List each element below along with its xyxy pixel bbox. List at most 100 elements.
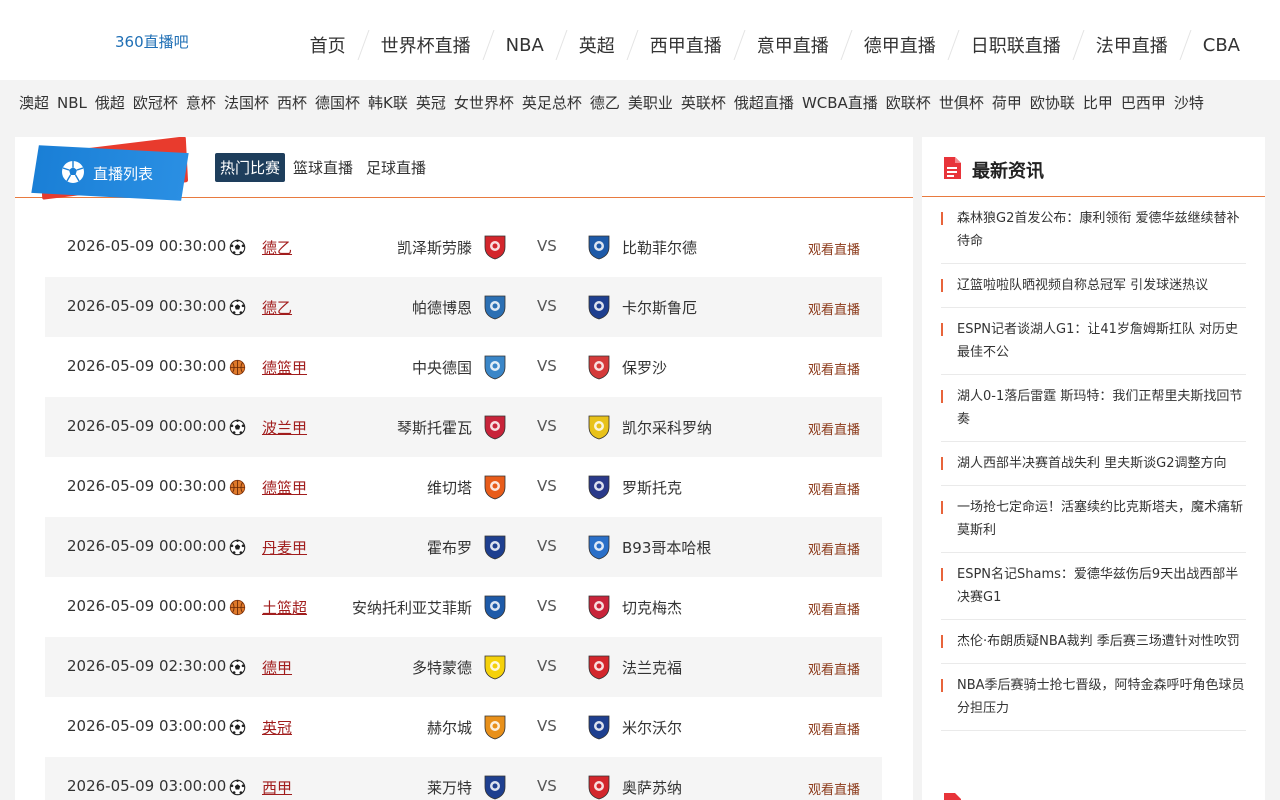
nav-item[interactable]: CBA [1203, 35, 1240, 56]
news-title: 最新资讯 [972, 161, 1044, 182]
league-link[interactable]: 巴西甲 [1121, 80, 1166, 126]
league-link[interactable]: 德乙 [590, 80, 620, 126]
tab-0[interactable]: 热门比赛 [215, 153, 286, 182]
basketball-icon [229, 359, 246, 376]
watch-live-link[interactable]: 观看直播 [808, 599, 860, 618]
away-team-logo [588, 415, 610, 440]
league-link[interactable]: 英联杯 [681, 80, 726, 126]
match-league-link[interactable]: 西甲 [262, 777, 292, 798]
match-row: 2026-05-09 03:00:00 英冠 赫尔城 VS 米尔沃尔 观看直播 [45, 697, 882, 757]
main-nav: 首页 世界杯直播 NBA 英超 西甲直播 意甲直播 德甲直播 日职联直播 法甲直播 CBA [310, 28, 1240, 62]
match-league-link[interactable]: 德乙 [262, 297, 292, 318]
vs-label: VS [537, 357, 557, 375]
vs-label: VS [537, 417, 557, 435]
match-time: 2026-05-09 00:00:00 [67, 417, 227, 435]
away-team-name: 保罗沙 [622, 359, 668, 377]
nav-item[interactable]: 世界杯直播 [381, 32, 471, 58]
match-time: 2026-05-09 00:00:00 [67, 537, 227, 555]
nav-item[interactable]: 西甲直播 [650, 32, 722, 58]
league-link[interactable]: 澳超 [19, 80, 49, 126]
watch-live-link[interactable]: 观看直播 [808, 479, 860, 498]
league-link[interactable]: 欧冠杯 [133, 80, 178, 126]
soccer-ball-icon [229, 299, 246, 316]
match-league-link[interactable]: 德甲 [262, 657, 292, 678]
watch-live-link[interactable]: 观看直播 [808, 659, 860, 678]
watch-live-link[interactable]: 观看直播 [808, 299, 860, 318]
match-row: 2026-05-09 00:00:00 波兰甲 琴斯托霍瓦 VS 凯尔采科罗纳 观看直播 [45, 397, 882, 457]
watch-live-link[interactable]: 观看直播 [808, 779, 860, 798]
soccer-ball-icon [229, 539, 246, 556]
watch-live-link[interactable]: 观看直播 [808, 239, 860, 258]
nav-separator [1072, 30, 1085, 60]
league-link[interactable]: 韩K联 [368, 80, 408, 126]
match-league-link[interactable]: 丹麦甲 [262, 537, 307, 558]
league-link[interactable]: 意杯 [186, 80, 216, 126]
watch-live-link[interactable]: 观看直播 [808, 719, 860, 738]
match-league-link[interactable]: 德篮甲 [262, 477, 307, 498]
soccer-ball-icon [229, 419, 246, 436]
league-link[interactable]: 俄超 [95, 80, 125, 126]
league-link[interactable]: 美职业 [628, 80, 673, 126]
vs-label: VS [537, 237, 557, 255]
nav-separator [555, 30, 568, 60]
nav-separator [357, 30, 370, 60]
league-link[interactable]: 欧协联 [1030, 80, 1075, 126]
news-item[interactable]: ESPN记者谈湖人G1：让41岁詹姆斯扛队 对历史最佳不公 [941, 318, 1246, 375]
soccer-ball-icon [229, 719, 246, 736]
news-item[interactable]: 一场抢七定命运！活塞续约比克斯塔夫，魔术痛斩莫斯利 [941, 496, 1246, 553]
nav-item[interactable]: 德甲直播 [864, 32, 936, 58]
league-link[interactable]: 西杯 [277, 80, 307, 126]
nav-item[interactable]: 意甲直播 [757, 32, 829, 58]
league-link[interactable]: 英足总杯 [522, 80, 582, 126]
vs-label: VS [537, 597, 557, 615]
league-link[interactable]: 英冠 [416, 80, 446, 126]
league-link[interactable]: 女世界杯 [454, 80, 514, 126]
nav-separator [626, 30, 639, 60]
news-item[interactable]: 森林狼G2首发公布：康利领衔 爱德华兹继续替补待命 [941, 207, 1246, 264]
league-link[interactable]: 俄超直播 [734, 80, 794, 126]
away-team-logo [588, 595, 610, 620]
watch-live-link[interactable]: 观看直播 [808, 419, 860, 438]
nav-item[interactable]: 英超 [579, 32, 615, 58]
news-item[interactable]: 辽篮啦啦队晒视频自称总冠军 引发球迷热议 [941, 274, 1246, 308]
match-league-link[interactable]: 英冠 [262, 717, 292, 738]
news-item[interactable]: 湖人0-1落后雷霆 斯玛特：我们正帮里夫斯找回节奏 [941, 385, 1246, 442]
league-link[interactable]: 比甲 [1083, 80, 1113, 126]
news-item[interactable]: NBA季后赛骑士抢七晋级，阿特金森呼吁角色球员分担压力 [941, 674, 1246, 731]
match-league-link[interactable]: 德乙 [262, 237, 292, 258]
match-league-link[interactable]: 德篮甲 [262, 357, 307, 378]
nav-item[interactable]: NBA [506, 35, 544, 56]
tab-2[interactable]: 足球直播 [361, 153, 431, 182]
match-row: 2026-05-09 03:00:00 西甲 莱万特 VS 奥萨苏纳 观看直播 [45, 757, 882, 800]
match-league-link[interactable]: 土篮超 [262, 597, 307, 618]
league-bar: 澳超 NBL 俄超 欧冠杯 意杯 法国杯 西杯 德国杯 韩K联 英冠 女世界杯 英足总杯 德乙 美职业 英联… [0, 80, 1280, 126]
league-link[interactable]: 沙特 [1174, 80, 1204, 126]
news-item[interactable]: 湖人西部半决赛首战失利 里夫斯谈G2调整方向 [941, 452, 1246, 486]
league-link[interactable]: NBL [57, 80, 87, 126]
league-link[interactable]: WCBA直播 [802, 80, 878, 126]
news-item[interactable]: ESPN名记Shams：爱德华兹伤后9天出战西部半决赛G1 [941, 563, 1246, 620]
league-link[interactable]: 荷甲 [992, 80, 1022, 126]
away-team-logo [588, 235, 610, 260]
vs-label: VS [537, 477, 557, 495]
league-link[interactable]: 世俱杯 [939, 80, 984, 126]
nav-separator [840, 30, 853, 60]
league-link[interactable]: 法国杯 [224, 80, 269, 126]
tab-1[interactable]: 篮球直播 [288, 153, 358, 182]
watch-live-link[interactable]: 观看直播 [808, 359, 860, 378]
nav-item[interactable]: 首页 [310, 32, 346, 58]
match-time: 2026-05-09 00:30:00 [67, 237, 227, 255]
nav-separator [482, 30, 495, 60]
soccer-ball-icon [229, 779, 246, 796]
home-team-name: 琴斯托霍瓦 [396, 419, 472, 437]
watch-live-link[interactable]: 观看直播 [808, 539, 860, 558]
site-logo[interactable]: 360直播吧 [115, 31, 189, 52]
away-team-logo [588, 475, 610, 500]
match-league-link[interactable]: 波兰甲 [262, 417, 307, 438]
news-item[interactable]: 杰伦·布朗质疑NBA裁判 季后赛三场遭针对性吹罚 [941, 630, 1246, 664]
nav-item[interactable]: 法甲直播 [1096, 32, 1168, 58]
away-team-logo [588, 655, 610, 680]
nav-item[interactable]: 日职联直播 [971, 32, 1061, 58]
league-link[interactable]: 欧联杯 [886, 80, 931, 126]
league-link[interactable]: 德国杯 [315, 80, 360, 126]
